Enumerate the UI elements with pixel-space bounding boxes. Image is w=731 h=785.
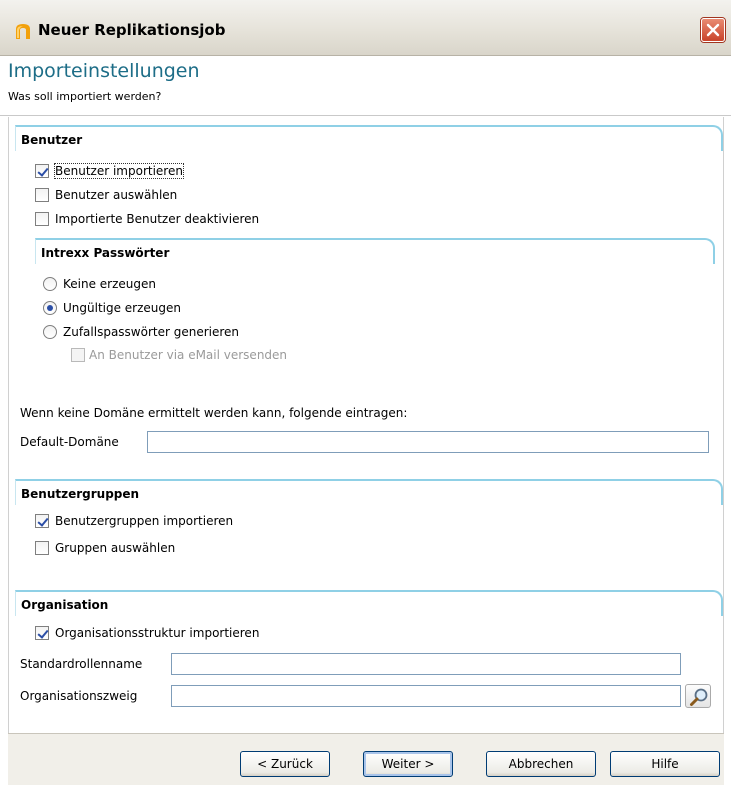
wizard-content: Benutzer Benutzer importieren Benutzer a… bbox=[8, 117, 724, 733]
checkbox-checked-icon bbox=[35, 164, 49, 178]
intrexx-logo-icon bbox=[14, 22, 32, 40]
radio-ungueltige-erzeugen-label: Ungültige erzeugen bbox=[63, 301, 182, 315]
deactivate-users-checkbox[interactable]: Importierte Benutzer deaktivieren bbox=[35, 210, 259, 228]
checkbox-disabled-icon bbox=[71, 348, 85, 362]
import-users-checkbox[interactable]: Benutzer importieren bbox=[35, 162, 184, 180]
radio-ungueltige-erzeugen[interactable]: Ungültige erzeugen bbox=[43, 299, 181, 317]
group-benutzer-heading: Benutzer bbox=[21, 133, 83, 147]
group-benutzergruppen-heading: Benutzergruppen bbox=[21, 487, 140, 501]
next-button[interactable]: Weiter > bbox=[363, 751, 453, 777]
send-mail-label: An Benutzer via eMail versenden bbox=[89, 348, 288, 362]
group-organisation-heading: Organisation bbox=[21, 598, 109, 612]
close-icon bbox=[706, 23, 720, 37]
window-title: Neuer Replikationsjob bbox=[38, 21, 226, 39]
radio-zufallspasswoerter-label: Zufallspasswörter generieren bbox=[63, 325, 240, 339]
checkbox-unchecked-icon bbox=[35, 541, 49, 555]
select-users-label: Benutzer auswählen bbox=[55, 188, 178, 202]
select-groups-label: Gruppen auswählen bbox=[55, 541, 176, 555]
default-domain-input[interactable] bbox=[147, 431, 709, 453]
checkbox-checked-icon bbox=[35, 626, 49, 640]
group-benutzer: Benutzer Benutzer importieren Benutzer a… bbox=[15, 125, 723, 455]
group-benutzer-header: Benutzer bbox=[15, 125, 723, 151]
role-name-input[interactable] bbox=[171, 653, 681, 675]
select-groups-checkbox[interactable]: Gruppen auswählen bbox=[35, 539, 175, 557]
branch-search-button[interactable] bbox=[685, 684, 711, 708]
import-structure-checkbox[interactable]: Organisationsstruktur importieren bbox=[35, 624, 259, 642]
import-structure-label: Organisationsstruktur importieren bbox=[55, 626, 260, 640]
group-benutzergruppen: Benutzergruppen Benutzergruppen importie… bbox=[15, 479, 723, 569]
magnifier-icon bbox=[690, 688, 708, 706]
page-subtitle: Was soll importiert werden? bbox=[8, 90, 162, 103]
close-button[interactable] bbox=[701, 18, 725, 42]
page-title: Importeinstellungen bbox=[8, 60, 200, 82]
title-bar: Neuer Replikationsjob bbox=[0, 0, 731, 56]
help-button[interactable]: Hilfe bbox=[610, 751, 720, 777]
import-groups-label: Benutzergruppen importieren bbox=[55, 514, 234, 528]
radio-keine-erzeugen[interactable]: Keine erzeugen bbox=[43, 275, 156, 293]
checkbox-unchecked-icon bbox=[35, 212, 49, 226]
branch-input[interactable] bbox=[171, 685, 681, 707]
select-users-checkbox[interactable]: Benutzer auswählen bbox=[35, 186, 177, 204]
group-organisation: Organisation Organisationsstruktur impor… bbox=[15, 590, 723, 720]
branch-label: Organisationszweig bbox=[20, 689, 138, 703]
radio-unselected-icon bbox=[43, 277, 57, 291]
group-organisation-header: Organisation bbox=[15, 590, 723, 616]
wizard-footer: < Zurück Weiter > Abbrechen Hilfe bbox=[8, 733, 724, 785]
checkbox-checked-icon bbox=[35, 514, 49, 528]
import-users-label: Benutzer importieren bbox=[54, 163, 184, 179]
checkbox-unchecked-icon bbox=[35, 188, 49, 202]
domain-hint: Wenn keine Domäne ermittelt werden kann,… bbox=[20, 406, 408, 420]
import-groups-checkbox[interactable]: Benutzergruppen importieren bbox=[35, 512, 233, 530]
group-passwoerter-header: Intrexx Passwörter bbox=[35, 238, 715, 264]
radio-unselected-icon bbox=[43, 325, 57, 339]
radio-selected-icon bbox=[43, 301, 57, 315]
wizard-header: Importeinstellungen Was soll importiert … bbox=[0, 56, 731, 116]
deactivate-users-label: Importierte Benutzer deaktivieren bbox=[55, 212, 260, 226]
cancel-button[interactable]: Abbrechen bbox=[486, 751, 596, 777]
group-passwoerter-heading: Intrexx Passwörter bbox=[41, 246, 170, 260]
radio-keine-erzeugen-label: Keine erzeugen bbox=[63, 277, 156, 291]
send-mail-checkbox[interactable]: An Benutzer via eMail versenden bbox=[71, 346, 287, 364]
group-passwoerter: Intrexx Passwörter Keine erzeugen Ungült… bbox=[35, 238, 715, 370]
default-domain-label: Default-Domäne bbox=[20, 435, 119, 449]
role-name-label: Standardrollenname bbox=[20, 657, 143, 671]
back-button[interactable]: < Zurück bbox=[240, 751, 330, 777]
group-benutzergruppen-header: Benutzergruppen bbox=[15, 479, 723, 505]
radio-zufallspasswoerter[interactable]: Zufallspasswörter generieren bbox=[43, 323, 239, 341]
